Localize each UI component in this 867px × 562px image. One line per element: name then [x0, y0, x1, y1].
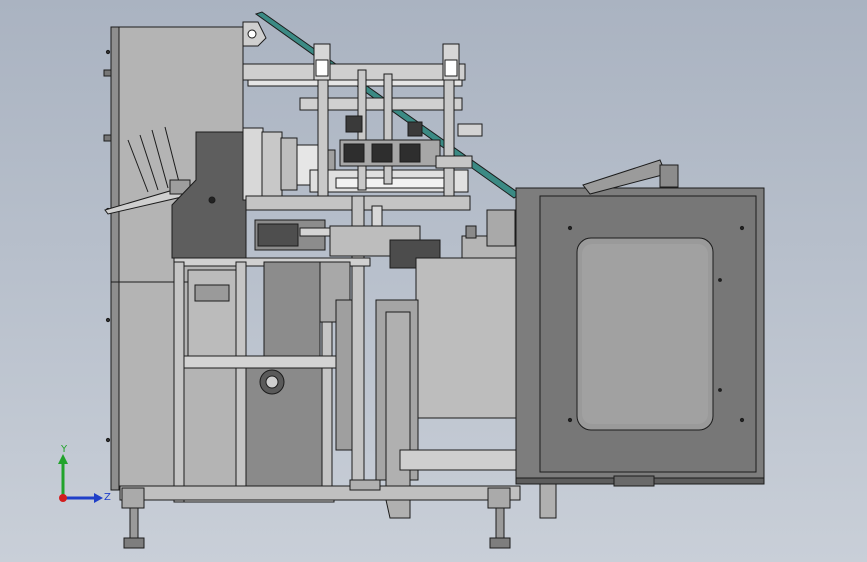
origin-marker	[59, 494, 67, 502]
cad-viewport[interactable]: Y Z	[0, 0, 867, 562]
machine-drawing: Y Z	[58, 11, 765, 549]
gripper-row	[339, 115, 483, 169]
coordinate-triad: Y Z	[58, 444, 111, 503]
right-cabinet	[515, 159, 765, 487]
z-axis-label: Z	[104, 492, 111, 503]
base-feet	[119, 479, 521, 549]
y-axis-label: Y	[60, 444, 68, 455]
